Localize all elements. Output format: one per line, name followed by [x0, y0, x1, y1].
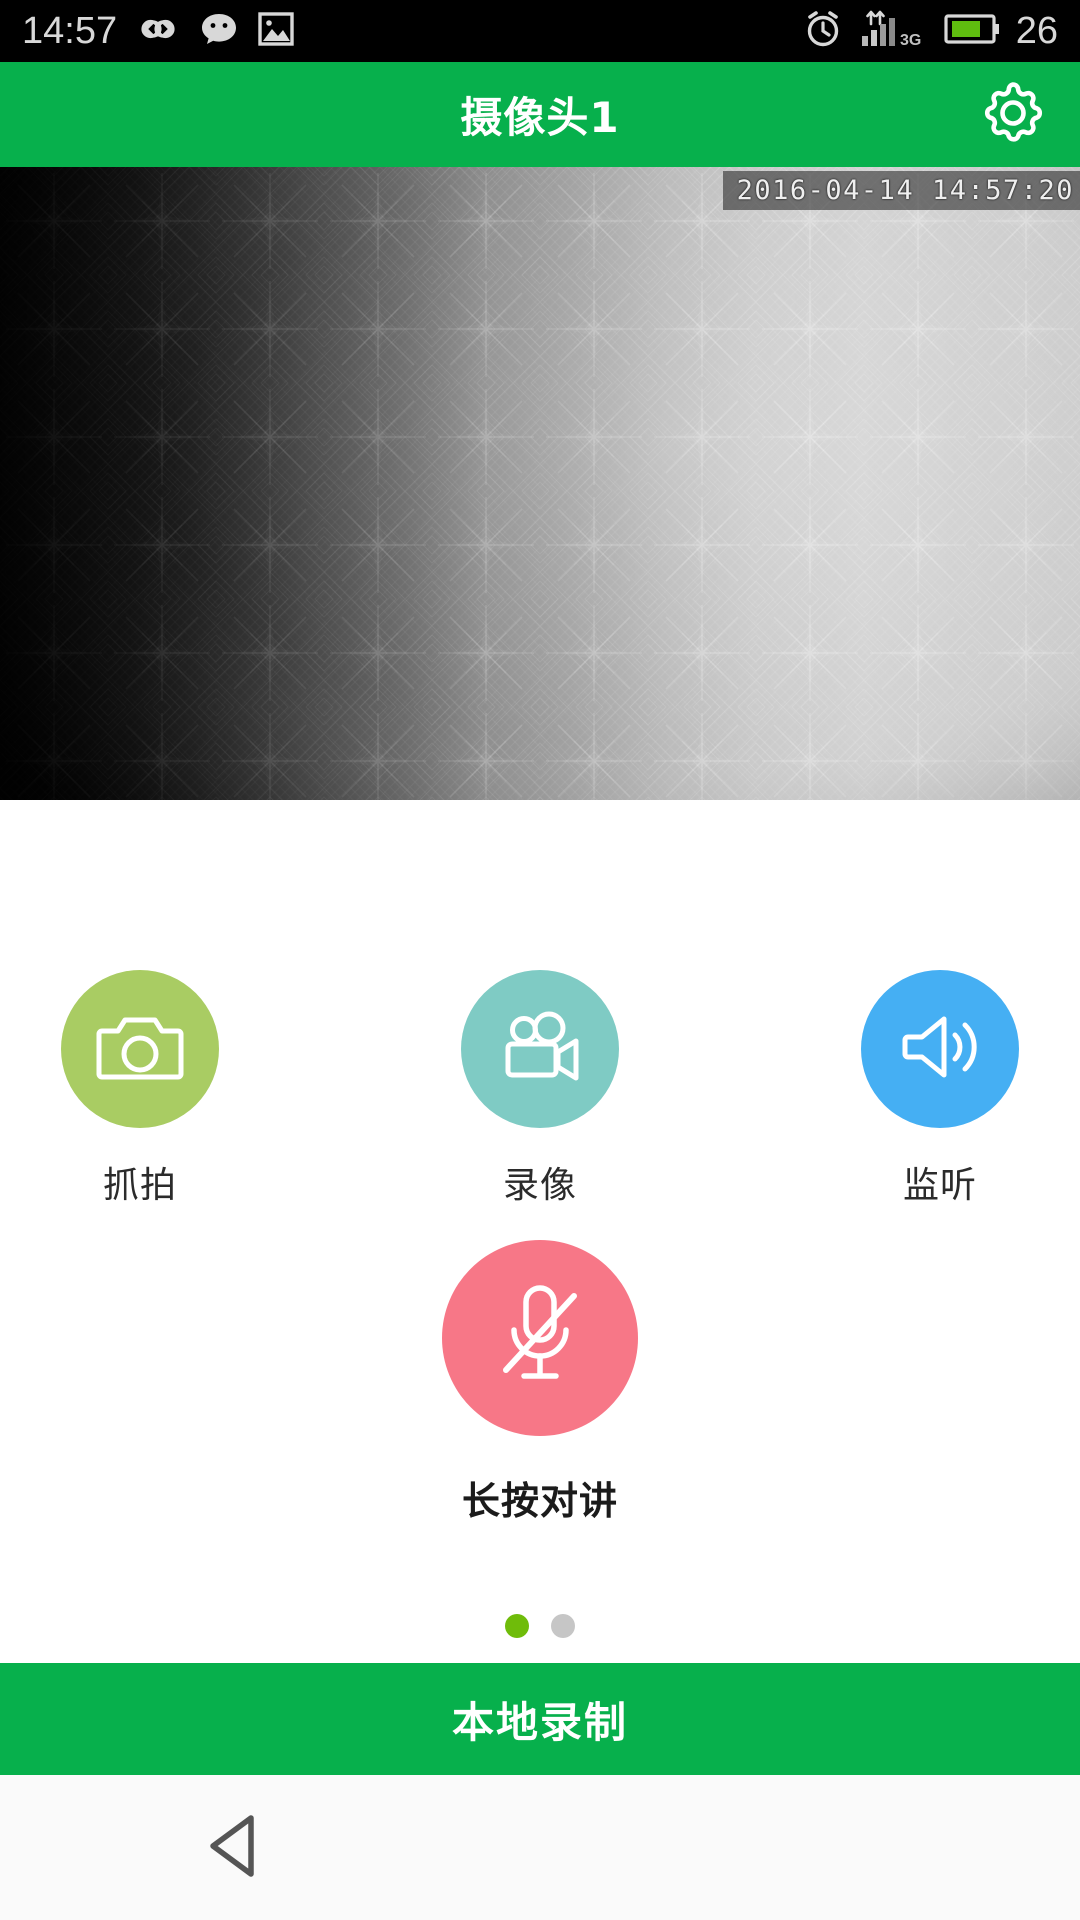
back-triangle-icon: [199, 1808, 271, 1888]
page-dot-1[interactable]: [505, 1614, 529, 1638]
video-camera-icon: [494, 1010, 586, 1088]
wechat-icon: [199, 10, 239, 52]
listen-button-circle: [861, 970, 1019, 1128]
page-title: 摄像头1: [460, 93, 620, 142]
gear-icon: [976, 76, 1050, 154]
control-row-primary: 抓拍 录像 监听: [0, 970, 1080, 1208]
alarm-clock-icon: [802, 8, 844, 54]
record-button[interactable]: 录像: [425, 970, 655, 1208]
listen-button[interactable]: 监听: [825, 970, 1055, 1208]
svg-text:3G: 3G: [900, 32, 921, 49]
speaker-volume-icon: [896, 1007, 984, 1091]
gallery-icon: [257, 10, 295, 52]
camera-icon: [96, 1009, 184, 1089]
control-row-secondary: 长按对讲: [0, 1240, 1080, 1525]
control-panel: 抓拍 录像 监听 长按对讲: [0, 800, 1080, 1660]
local-recording-button-label: 本地录制: [451, 1697, 628, 1747]
status-bar-left: 14:57: [22, 10, 295, 52]
status-bar: 14:57 3G 26: [0, 0, 1080, 62]
push-to-talk-button[interactable]: 长按对讲: [425, 1240, 655, 1525]
video-feed-image: [0, 167, 1080, 800]
app-header: 摄像头1: [0, 62, 1080, 167]
listen-button-label: 监听: [902, 1165, 977, 1206]
local-recording-button[interactable]: 本地录制: [0, 1663, 1080, 1775]
record-button-circle: [461, 970, 619, 1128]
battery-level-text: 26: [1015, 10, 1058, 52]
push-to-talk-button-circle: [442, 1240, 638, 1436]
video-feed[interactable]: 2016-04-14 14:57:20: [0, 167, 1080, 800]
status-bar-right: 3G 26: [802, 8, 1058, 54]
snapshot-button-label: 抓拍: [102, 1165, 177, 1206]
page-dot-2[interactable]: [551, 1614, 575, 1638]
record-button-label: 录像: [502, 1165, 577, 1206]
battery-icon: [944, 12, 1002, 50]
page-indicator[interactable]: [0, 1614, 1080, 1638]
android-nav-bar: [0, 1775, 1080, 1920]
video-timestamp: 2016-04-14 14:57:20: [722, 171, 1080, 210]
snapshot-button-circle: [61, 970, 219, 1128]
infinity-icon: [135, 14, 181, 48]
microphone-muted-icon: [488, 1280, 592, 1396]
settings-button[interactable]: [974, 76, 1052, 154]
nav-back-button[interactable]: [190, 1803, 280, 1893]
signal-bars-icon: 3G: [858, 8, 930, 54]
push-to-talk-button-label: 长按对讲: [461, 1479, 618, 1523]
status-clock: 14:57: [22, 10, 118, 52]
snapshot-button[interactable]: 抓拍: [25, 970, 255, 1208]
